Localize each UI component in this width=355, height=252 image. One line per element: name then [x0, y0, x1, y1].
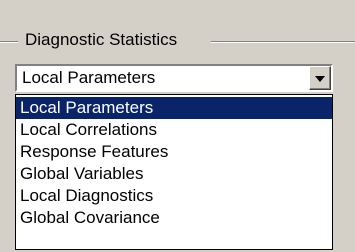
list-item-global-variables[interactable]: Global Variables — [16, 163, 332, 185]
list-item-local-correlations[interactable]: Local Correlations — [16, 119, 332, 141]
groupbox-title: Diagnostic Statistics — [23, 28, 182, 52]
groupbox-frame-right — [211, 41, 355, 43]
combobox-selected-value: Local Parameters — [22, 68, 156, 87]
list-item-local-diagnostics[interactable]: Local Diagnostics — [16, 185, 332, 207]
chevron-down-icon — [315, 76, 325, 82]
groupbox-frame-left — [0, 41, 18, 43]
dropdown-list[interactable]: Local Parameters Local Correlations Resp… — [15, 94, 333, 250]
dropdown-button[interactable] — [309, 66, 331, 90]
diagnostic-statistics-combobox[interactable]: Local Parameters — [15, 64, 333, 92]
list-item-local-parameters[interactable]: Local Parameters — [16, 97, 332, 119]
list-item-global-covariance[interactable]: Global Covariance — [16, 207, 332, 229]
list-item-response-features[interactable]: Response Features — [16, 141, 332, 163]
